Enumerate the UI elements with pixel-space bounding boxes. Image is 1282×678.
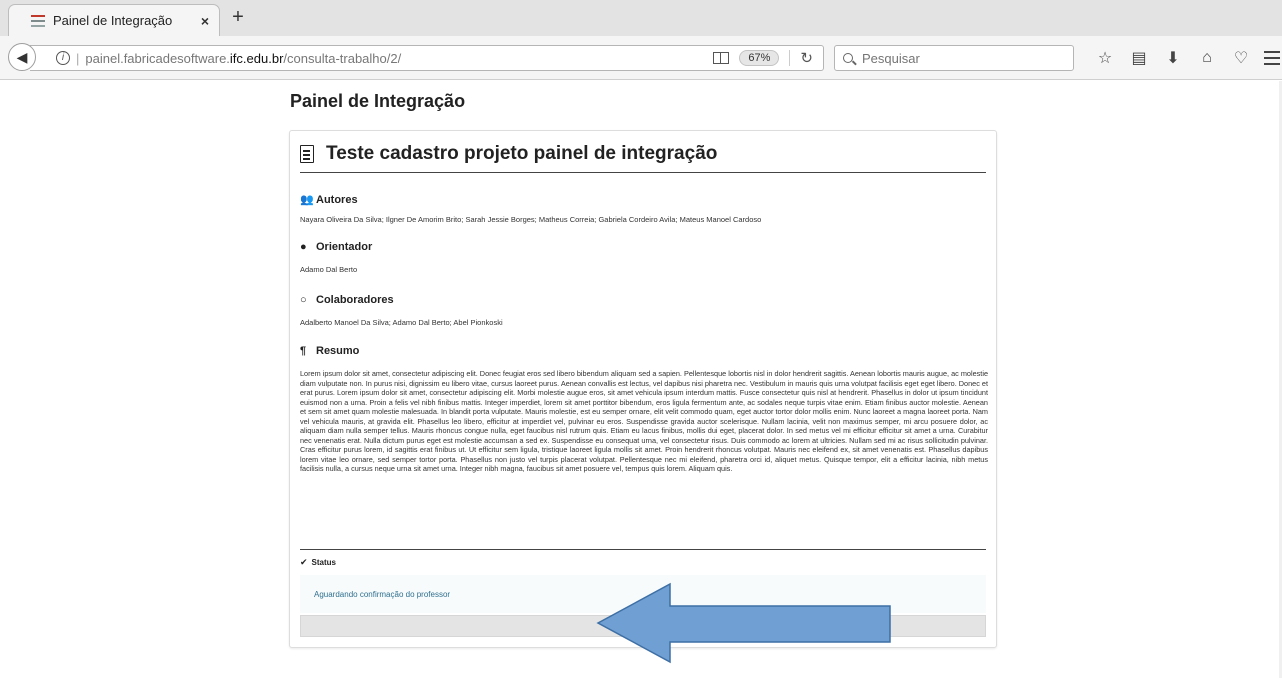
users-icon: 👥 (300, 194, 314, 206)
paragraph-icon: ¶ (300, 345, 307, 357)
address-bar[interactable]: i | painel.fabricadesoftware. ifc.edu.br /… (30, 45, 824, 71)
tab-close-icon[interactable]: × (201, 13, 209, 29)
address-bar-actions: 67% ↻ (713, 49, 823, 67)
colaboradores-title: Colaboradores (316, 294, 394, 306)
zoom-level-badge[interactable]: 67% (739, 50, 780, 66)
orientador-heading: ● Orientador (300, 241, 372, 253)
tab-title: Painel de Integração (53, 13, 173, 28)
bookmarks-library-icon[interactable]: ▤ (1122, 48, 1156, 68)
resumo-body: Lorem ipsum dolor sit amet, consectetur … (300, 369, 988, 473)
resumo-title: Resumo (316, 345, 360, 357)
reload-icon[interactable]: ↻ (800, 49, 813, 67)
search-bar[interactable] (834, 45, 1074, 71)
title-divider (300, 172, 986, 173)
project-title: Teste cadastro projeto painel de integra… (326, 143, 718, 164)
new-tab-button[interactable]: + (228, 7, 248, 28)
colaboradores-heading: ○ Colaboradores (300, 294, 394, 306)
colaboradores-list: Adalberto Manoel Da Silva; Adamo Dal Ber… (300, 318, 503, 327)
comment-icon: ● (300, 241, 307, 253)
back-arrow-icon: ◀ (16, 48, 28, 65)
browser-nav-bar: i | painel.fabricadesoftware. ifc.edu.br /… (0, 36, 1282, 80)
reader-view-icon[interactable] (713, 52, 730, 64)
hamburger-menu-icon[interactable] (1264, 51, 1280, 69)
status-heading: ✔ Status (300, 557, 336, 568)
resumo-heading: ¶ Resumo (300, 345, 359, 357)
autores-list: Nayara Oliveira Da Silva; Ilgner De Amor… (300, 215, 762, 224)
bookmark-star-icon[interactable]: ☆ (1088, 48, 1122, 68)
status-title: Status (311, 558, 336, 567)
url-domain: ifc.edu.br (229, 50, 284, 66)
site-info-icon[interactable]: i (56, 51, 70, 65)
url-host: painel.fabricadesoftware. (85, 50, 230, 66)
orientador-name: Adamo Dal Berto (300, 265, 358, 274)
autores-heading: 👥 Autores (300, 193, 358, 207)
url-separator: | (76, 50, 80, 66)
status-divider (300, 549, 986, 550)
search-icon (843, 53, 853, 63)
browser-tab-bar: Painel de Integração × + (0, 0, 1282, 37)
page-heading: Painel de Integração (290, 91, 466, 111)
browser-toolbar: ☆ ▤ ⬇ ⌂ ♡ (1088, 46, 1258, 70)
status-value: Aguardando confirmação do professor (314, 589, 451, 599)
browser-tab[interactable]: Painel de Integração × (8, 4, 220, 36)
autores-title: Autores (316, 193, 358, 206)
document-icon (300, 145, 314, 163)
back-button[interactable]: ◀ (8, 43, 36, 71)
comment-outline-icon: ○ (300, 294, 307, 306)
home-icon[interactable]: ⌂ (1190, 49, 1224, 67)
orientador-title: Orientador (316, 241, 373, 253)
check-icon: ✔ (300, 557, 308, 567)
site-favicon-icon (31, 14, 45, 27)
address-bar-divider (789, 50, 791, 66)
url-path: /consulta-trabalho/2/ (283, 50, 402, 66)
search-input[interactable] (860, 49, 1064, 67)
annotation-arrow-icon (596, 582, 891, 664)
project-card: Teste cadastro projeto painel de integra… (289, 130, 997, 648)
card-title-row: Teste cadastro projeto painel de integra… (300, 143, 717, 165)
pocket-icon[interactable]: ♡ (1224, 48, 1258, 68)
downloads-icon[interactable]: ⬇ (1156, 48, 1190, 68)
